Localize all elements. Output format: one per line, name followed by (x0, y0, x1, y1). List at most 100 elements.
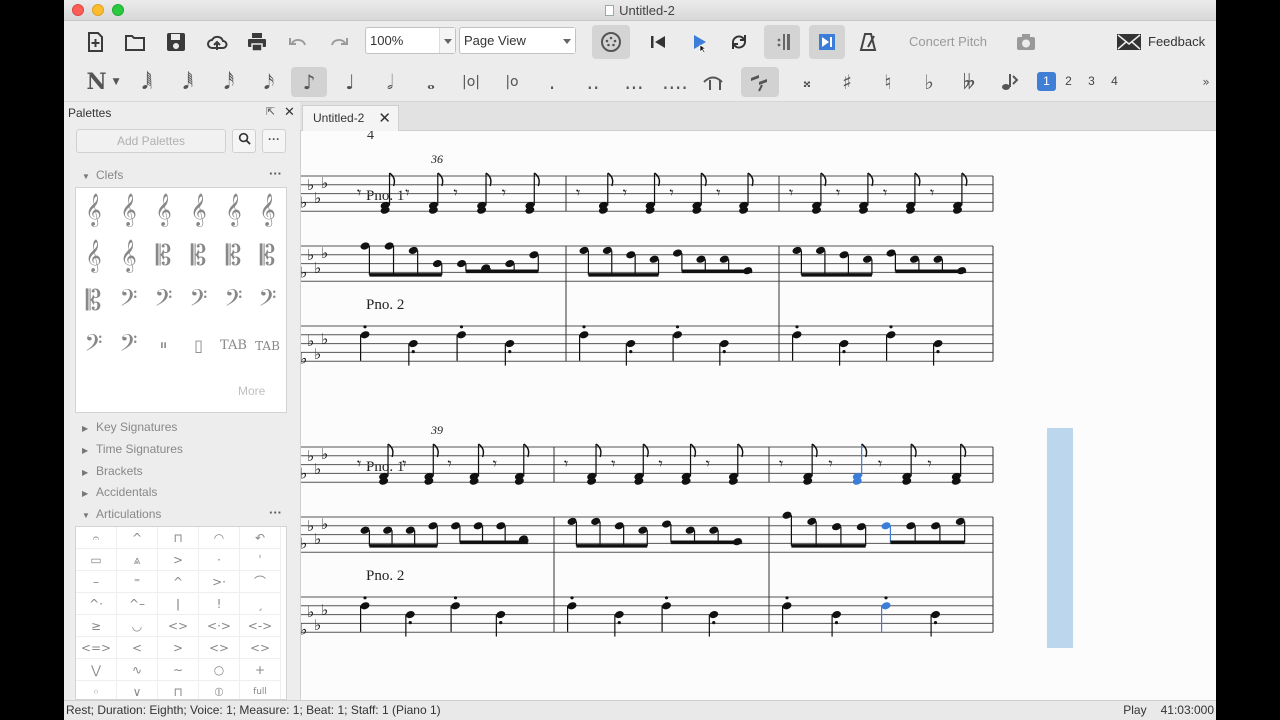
duration-longa-button[interactable]: |o (497, 67, 527, 97)
open-cell[interactable]: <> (158, 615, 199, 637)
rewind-button[interactable] (644, 29, 672, 55)
down-bow-cell[interactable]: ⊓ (158, 681, 199, 699)
bass-8va-clef-cell[interactable]: 𝄢 (216, 281, 251, 321)
metronome-button[interactable] (854, 29, 882, 55)
clefs-more-button[interactable]: More (238, 384, 265, 398)
play-button[interactable] (685, 29, 713, 55)
double-treble-clef-cell[interactable]: 𝄞 (250, 190, 285, 230)
palette-section-key-signatures[interactable]: ▶ Key Signatures (82, 420, 177, 434)
mezzo-soprano-clef-cell[interactable]: 𝄡 (181, 236, 216, 276)
rest-button[interactable] (741, 67, 779, 97)
tie-button[interactable] (698, 67, 728, 97)
double-sharp-button[interactable]: 𝄪 (792, 67, 822, 97)
add-palettes-button[interactable]: Add Palettes (76, 129, 226, 153)
concert-pitch-toggle[interactable]: Concert Pitch (909, 34, 987, 49)
accent-cell[interactable]: > (158, 549, 199, 571)
baritone-c-clef-cell[interactable]: 𝄡 (76, 281, 111, 321)
cresc-hairpin-cell[interactable]: < (117, 637, 158, 659)
soft-accent-staccato-cell[interactable]: <-> (240, 615, 281, 637)
accent-staccato-cell[interactable]: >· (199, 571, 240, 593)
treble-8va-clef-cell[interactable]: 𝄞 (146, 190, 181, 230)
fermata-cell[interactable]: 𝄐 (76, 527, 117, 549)
fermata-very-long-cell[interactable]: ◠ (199, 527, 240, 549)
voice-1-button[interactable]: 1 (1037, 72, 1056, 91)
duration-half-button[interactable]: 𝅗𝅥 (375, 67, 405, 97)
quadruple-dot-button[interactable]: .... (660, 67, 690, 97)
marcato-cell[interactable]: ^ (158, 571, 199, 593)
natural-button[interactable]: ♮ (873, 67, 903, 97)
baritone-f-clef-cell[interactable]: 𝄢 (76, 326, 111, 366)
duration-64th-button[interactable]: 𝅘𝅥𝅱 (173, 67, 203, 97)
soft-accent-cell[interactable]: <·> (199, 615, 240, 637)
duration-eighth-button[interactable]: ♪ (291, 67, 327, 97)
bass-clef-cell[interactable]: 𝄢 (111, 281, 146, 321)
crescendo-decrescendo-cell[interactable]: <> (240, 637, 281, 659)
treble-8vb-clef-cell[interactable]: 𝄞 (111, 236, 146, 276)
flat-button[interactable]: ♭ (914, 67, 944, 97)
undo-button[interactable] (284, 29, 312, 55)
tab-clef-cell[interactable]: TAB (216, 326, 251, 366)
staccatissimo-cell[interactable]: ˈ (240, 549, 281, 571)
full-bend-cell[interactable]: full (240, 681, 281, 699)
print-button[interactable] (243, 29, 271, 55)
wiggle-cell[interactable]: ∿ (117, 659, 158, 681)
soft-accent-tenuto-cell[interactable]: <=> (76, 637, 117, 659)
tab-untitled-2[interactable]: Untitled-2 ✕ (302, 105, 399, 132)
voice-2-button[interactable]: 2 (1059, 72, 1078, 91)
bass-15mb-clef-cell[interactable]: 𝄢 (181, 281, 216, 321)
score-canvas[interactable]: 4 36 Pno. 1 Pno. 2 39 Pno. 1 Pno. 2 𝄞𝄞8𝄢… (300, 131, 1216, 700)
new-score-button[interactable] (81, 29, 109, 55)
redo-button[interactable] (325, 29, 353, 55)
triple-dot-button[interactable]: ... (619, 67, 649, 97)
palette-search-button[interactable] (232, 129, 256, 153)
double-dot-button[interactable]: .. (578, 67, 608, 97)
articulations-options-button[interactable]: ··· (269, 505, 282, 520)
marcato-tenuto-cell[interactable]: ^– (117, 593, 158, 615)
messa-di-voce-cell[interactable]: <> (199, 637, 240, 659)
open-string-cell[interactable]: ◦ (76, 681, 117, 699)
palette-section-time-signatures[interactable]: ▶ Time Signatures (82, 442, 183, 456)
fermata-short-cell[interactable]: ^ (117, 527, 158, 549)
palette-section-brackets[interactable]: ▶ Brackets (82, 464, 143, 478)
clefs-options-button[interactable]: ··· (269, 166, 282, 181)
voice-3-button[interactable]: 3 (1082, 72, 1101, 91)
tab-small-clef-cell[interactable]: TAB (250, 326, 285, 366)
close-icon[interactable]: ✕ (284, 104, 295, 120)
subbass-clef-cell[interactable]: 𝄢 (111, 326, 146, 366)
sharp-button[interactable]: ♯ (832, 67, 862, 97)
thumb-position-cell[interactable]: ⦶ (199, 681, 240, 699)
duration-quarter-button[interactable]: ♩ (335, 67, 365, 97)
duration-16th-button[interactable]: 𝅘𝅥𝅯 (254, 67, 284, 97)
bow-cell[interactable]: ⌒ (240, 571, 281, 593)
percussion-2-clef-cell[interactable]: ▯ (181, 326, 216, 366)
treble-clef-cell[interactable]: 𝄞 (76, 190, 111, 230)
tenuto-cell[interactable]: – (76, 571, 117, 593)
bass-8vb-clef-cell[interactable]: 𝄢 (146, 281, 181, 321)
breath-mark-cell[interactable]: ↶ (240, 527, 281, 549)
staccatissimo-wedge-cell[interactable]: ! (199, 593, 240, 615)
undock-icon[interactable]: ⇱ (266, 105, 275, 118)
treble-15ma-clef-cell[interactable]: 𝄞 (216, 190, 251, 230)
french-violin-clef-cell[interactable]: 𝄞 (76, 236, 111, 276)
flip-direction-button[interactable] (995, 67, 1025, 97)
unstress-cell[interactable]: ◡ (117, 615, 158, 637)
midi-input-button[interactable] (592, 25, 630, 59)
marcato-staccato-cell[interactable]: ^· (76, 593, 117, 615)
double-flat-button[interactable]: 𝄫 (954, 67, 984, 97)
save-button[interactable] (162, 29, 190, 55)
tenuto-accent-cell[interactable]: ≥ (76, 615, 117, 637)
harmonic-cell[interactable]: ○ (199, 659, 240, 681)
alto-clef-cell[interactable]: 𝄡 (216, 236, 251, 276)
upload-button[interactable] (203, 29, 231, 55)
tenor-clef-cell[interactable]: 𝄡 (250, 236, 285, 276)
decresc-hairpin-cell[interactable]: > (158, 637, 199, 659)
palette-section-clefs[interactable]: ▼ Clefs (82, 168, 123, 182)
soprano-clef-cell[interactable]: 𝄡 (146, 236, 181, 276)
palette-options-button[interactable]: ··· (262, 129, 286, 153)
play-repeats-button[interactable] (764, 25, 800, 59)
voice-4-button[interactable]: 4 (1105, 72, 1124, 91)
treble-15mb-clef-cell[interactable]: 𝄞 (181, 190, 216, 230)
stress-cell[interactable]: ˏ (240, 593, 281, 615)
open-button[interactable] (121, 29, 149, 55)
fermata-long-cell[interactable]: ⊓ (158, 527, 199, 549)
